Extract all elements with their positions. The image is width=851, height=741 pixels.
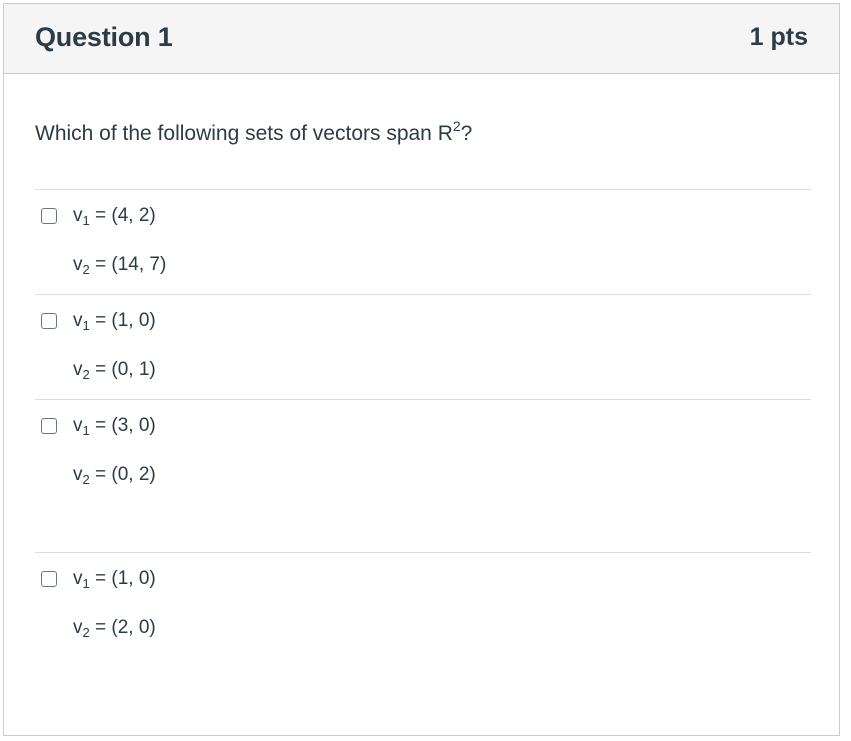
question-prompt-superscript: 2 (452, 118, 461, 134)
answer-divider (35, 552, 811, 553)
answer-vector-v1: v1 = (4, 2) (73, 205, 156, 228)
question-card: Question 1 1 pts Which of the following … (3, 3, 840, 736)
answer-divider (35, 294, 811, 295)
answer-checkbox[interactable] (41, 571, 57, 587)
answer-divider (35, 189, 811, 190)
answer-checkbox[interactable] (41, 418, 57, 434)
answer-vector-v2: v2 = (0, 1) (73, 359, 156, 382)
question-prompt-end: ? (460, 122, 473, 145)
question-prompt-text: Which of the following sets of vectors s… (35, 122, 453, 145)
question-prompt: Which of the following sets of vectors s… (35, 119, 473, 146)
question-header: Question 1 1 pts (4, 4, 839, 74)
answer-vector-v1: v1 = (1, 0) (73, 568, 156, 591)
answer-vector-v1: v1 = (1, 0) (73, 310, 156, 333)
answer-vector-v2: v2 = (2, 0) (73, 617, 156, 640)
answer-vector-v1: v1 = (3, 0) (73, 415, 156, 438)
answer-checkbox[interactable] (41, 313, 57, 329)
answer-divider (35, 399, 811, 400)
answer-checkbox[interactable] (41, 208, 57, 224)
question-points: 1 pts (749, 23, 808, 51)
answer-vector-v2: v2 = (0, 2) (73, 464, 156, 487)
answer-vector-v2: v2 = (14, 7) (73, 254, 167, 277)
question-title: Question 1 (35, 22, 173, 52)
